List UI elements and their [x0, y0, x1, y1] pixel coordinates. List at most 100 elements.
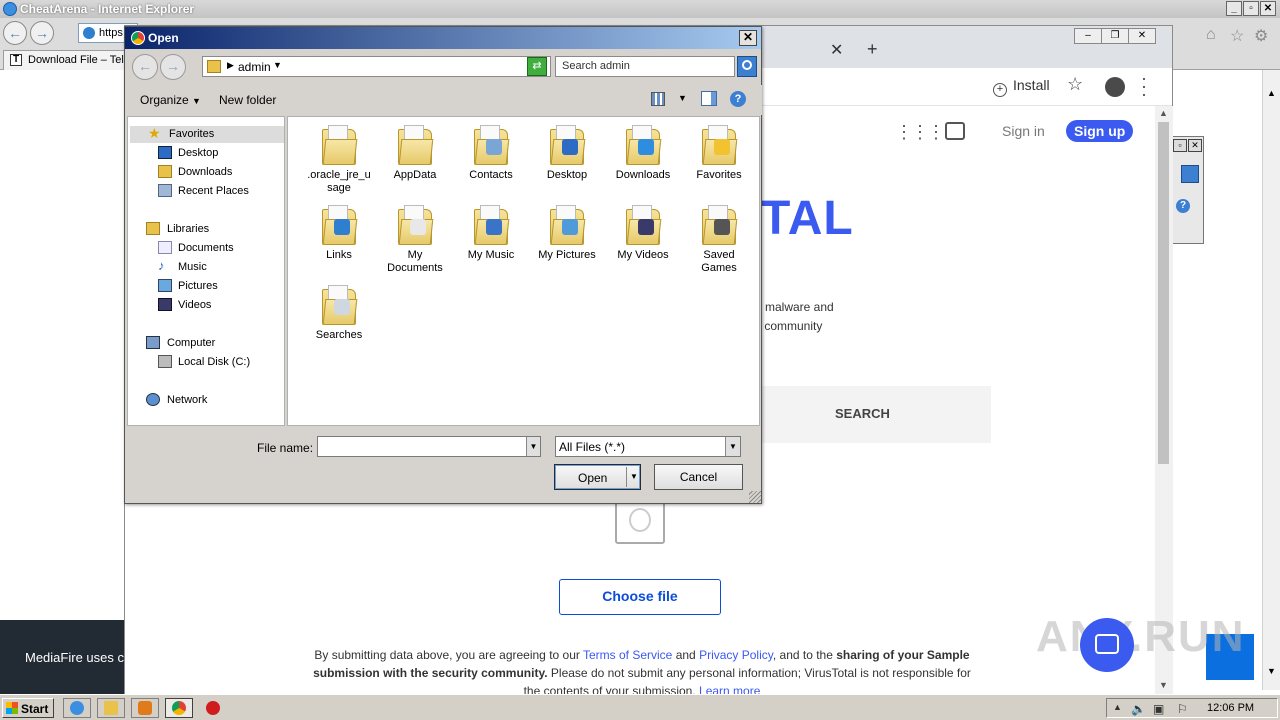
start-label: Start	[21, 702, 49, 716]
ie-window-title: CheatArena - Internet Explorer	[20, 2, 195, 16]
chrome-restore-button[interactable]: ❐	[1101, 28, 1129, 44]
dialog-back-button[interactable]: ←	[132, 54, 158, 80]
nav-label: Favorites	[169, 128, 215, 140]
dialog-forward-button[interactable]: →	[160, 54, 186, 80]
chrome-scroll-thumb[interactable]	[1158, 122, 1169, 464]
choose-file-button[interactable]: Choose file	[559, 579, 721, 615]
refresh-button[interactable]: ⇄	[527, 57, 547, 76]
bookmark-star-icon[interactable]: ☆	[1067, 74, 1083, 95]
folder-icon	[626, 125, 662, 165]
install-label: Install	[1013, 77, 1050, 93]
taskbar-chrome[interactable]	[165, 698, 193, 718]
terms-link[interactable]: Terms of Service	[583, 648, 672, 662]
star-icon: ★	[148, 125, 161, 141]
clock: 12:06 PM	[1207, 702, 1255, 714]
scroll-down-icon[interactable]: ▼	[1267, 666, 1276, 676]
breadcrumb-admin[interactable]: admin	[238, 60, 271, 74]
help-icon[interactable]: ?	[730, 91, 746, 107]
sign-in-link[interactable]: Sign in	[1002, 123, 1045, 139]
nav-favorites[interactable]: ★ Favorites	[130, 125, 284, 143]
ie-scrollbar[interactable]: ▲ ▼	[1262, 70, 1280, 690]
privacy-link[interactable]: Privacy Policy	[699, 648, 773, 662]
resize-grip[interactable]	[749, 491, 761, 503]
apps-grid-icon[interactable]: ⋮⋮⋮	[895, 122, 945, 143]
folder-item[interactable]: My Pictures	[530, 205, 604, 262]
folder-item[interactable]: My Music	[454, 205, 528, 262]
ie-tab-download-file[interactable]: T Download File – Tele	[3, 50, 127, 70]
chrome-minimize-button[interactable]: –	[1074, 28, 1102, 44]
favorites-star-icon[interactable]: ☆	[1230, 26, 1244, 46]
breadcrumb-chevron-down-icon[interactable]: ▼	[273, 60, 282, 70]
side-help-icon[interactable]: ?	[1176, 199, 1190, 213]
folder-item[interactable]: Links	[302, 205, 376, 262]
folder-label: Searches	[315, 329, 363, 341]
chrome-scrollbar[interactable]: ▲ ▼	[1155, 106, 1173, 696]
taskbar-stop[interactable]	[199, 698, 227, 718]
side-maximize-button[interactable]: ▫	[1173, 139, 1187, 152]
new-tab-icon[interactable]: +	[867, 39, 878, 60]
chat-icon[interactable]	[945, 122, 965, 140]
gear-icon[interactable]: ⚙	[1254, 26, 1268, 46]
file-list: .oracle_jre_u sage AppData Contacts Desktop D…	[287, 116, 760, 426]
folder-item[interactable]: Desktop	[530, 125, 604, 182]
file-name-input[interactable]	[317, 436, 541, 457]
folder-item[interactable]: My Videos	[606, 205, 680, 262]
side-window: ▫ ✕ ?	[1172, 136, 1204, 244]
view-dropdown-icon[interactable]: ▼	[678, 93, 687, 103]
ie-forward-button[interactable]: →	[30, 21, 54, 45]
organize-button[interactable]: Organize ▼	[140, 93, 201, 107]
folder-item[interactable]: Searches	[302, 285, 376, 342]
open-options-icon[interactable]: ▼	[630, 472, 638, 481]
open-button[interactable]: Open ▼	[554, 464, 641, 490]
breadcrumb[interactable]: ▶ admin ▼ ▼	[202, 56, 551, 77]
new-folder-button[interactable]: New folder	[219, 93, 276, 107]
install-app-button[interactable]: + Install	[993, 77, 1050, 97]
side-close-button[interactable]: ✕	[1188, 139, 1202, 152]
tab-search[interactable]: SEARCH	[835, 406, 890, 421]
folder-item[interactable]: AppData	[378, 125, 452, 182]
home-icon[interactable]: ⌂	[1206, 26, 1216, 44]
vt-description-line1: malware and	[765, 300, 834, 314]
folder-item[interactable]: .oracle_jre_u sage	[302, 125, 376, 195]
file-type-dropdown-icon[interactable]: ▼	[725, 437, 740, 456]
action-center-flag-icon[interactable]: ⚐	[1177, 702, 1188, 716]
profile-avatar-icon[interactable]	[1105, 77, 1125, 97]
network-tray-icon[interactable]: ▣	[1153, 702, 1164, 716]
ie-back-button[interactable]: ←	[3, 21, 27, 45]
chrome-close-button[interactable]: ✕	[1128, 28, 1156, 44]
preview-pane-icon[interactable]	[701, 91, 717, 106]
side-search-icon[interactable]	[1181, 165, 1199, 183]
folder-item[interactable]: Downloads	[606, 125, 680, 182]
tray-expand-icon[interactable]: ▲	[1113, 702, 1122, 712]
chrome-taskbar-icon	[172, 701, 186, 715]
close-tab-icon[interactable]: ✕	[830, 40, 843, 60]
file-name-dropdown-icon[interactable]: ▼	[526, 437, 540, 456]
volume-icon[interactable]: 🔈	[1131, 702, 1146, 716]
chrome-scroll-down-icon[interactable]: ▼	[1159, 680, 1168, 690]
folder-item[interactable]: Contacts	[454, 125, 528, 182]
taskbar-media[interactable]	[131, 698, 159, 718]
search-button[interactable]	[737, 56, 757, 77]
chat-bubble-button[interactable]	[1080, 618, 1134, 672]
taskbar-explorer[interactable]	[97, 698, 125, 718]
breadcrumb-chevron-icon[interactable]: ▶	[227, 60, 234, 71]
folder-item[interactable]: Favorites	[682, 125, 756, 182]
maximize-button[interactable]: ▫	[1243, 1, 1259, 16]
start-button[interactable]: Start	[2, 698, 54, 718]
file-type-select[interactable]: All Files (*.*)	[555, 436, 741, 457]
scroll-up-icon[interactable]: ▲	[1267, 88, 1276, 98]
search-input[interactable]: Search admin	[555, 56, 735, 77]
change-view-icon[interactable]	[651, 92, 665, 106]
folder-item[interactable]: My Documents	[378, 205, 452, 275]
vt-description-line2: y community	[755, 319, 823, 333]
chrome-menu-icon[interactable]: · · ·	[1141, 69, 1147, 103]
file-name-label: File name:	[257, 441, 314, 455]
close-button[interactable]: ✕	[1260, 1, 1276, 16]
sign-up-button[interactable]: Sign up	[1066, 120, 1134, 142]
folder-item[interactable]: Saved Games	[682, 205, 756, 275]
dialog-close-button[interactable]: ✕	[739, 30, 757, 46]
minimize-button[interactable]: _	[1226, 1, 1242, 16]
chrome-scroll-up-icon[interactable]: ▲	[1159, 108, 1168, 118]
cancel-button[interactable]: Cancel	[654, 464, 743, 490]
taskbar-ie[interactable]	[63, 698, 91, 718]
